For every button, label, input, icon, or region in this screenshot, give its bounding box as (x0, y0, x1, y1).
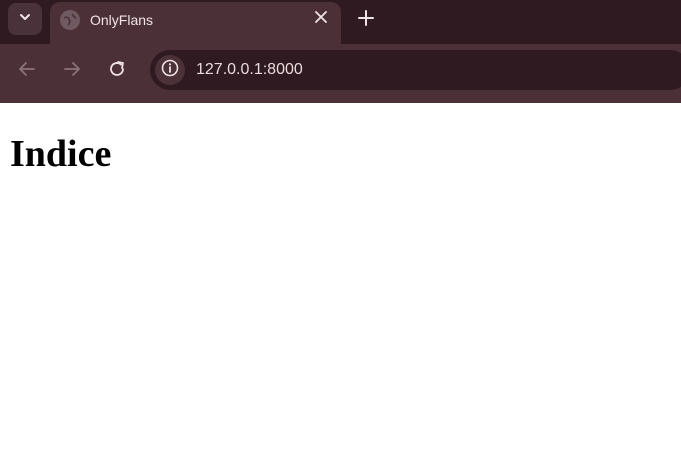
new-tab-button[interactable] (355, 9, 377, 31)
browser-toolbar: 127.0.0.1:8000 (0, 44, 681, 96)
forward-button[interactable] (61, 60, 83, 82)
site-info-button[interactable] (155, 55, 185, 85)
url-text[interactable]: 127.0.0.1:8000 (196, 61, 303, 79)
tab-search-button[interactable] (8, 3, 42, 35)
info-icon (161, 59, 179, 82)
reload-button[interactable] (106, 60, 128, 82)
arrow-left-icon (18, 60, 36, 83)
page-content: Indice (0, 103, 681, 471)
back-button[interactable] (16, 60, 38, 82)
arrow-right-icon (63, 60, 81, 83)
tab-strip: OnlyFlans (0, 0, 681, 44)
close-tab-button[interactable] (312, 10, 330, 28)
chevron-down-icon (18, 10, 32, 29)
toolbar-divider (0, 96, 681, 103)
address-bar[interactable]: 127.0.0.1:8000 (150, 50, 681, 90)
close-icon (315, 10, 327, 28)
tab-title: OnlyFlans (90, 12, 154, 28)
reload-icon (108, 60, 126, 83)
browser-tab[interactable]: OnlyFlans (50, 2, 341, 44)
plus-icon (358, 9, 374, 31)
page-heading: Indice (10, 133, 112, 175)
globe-icon (60, 10, 80, 30)
